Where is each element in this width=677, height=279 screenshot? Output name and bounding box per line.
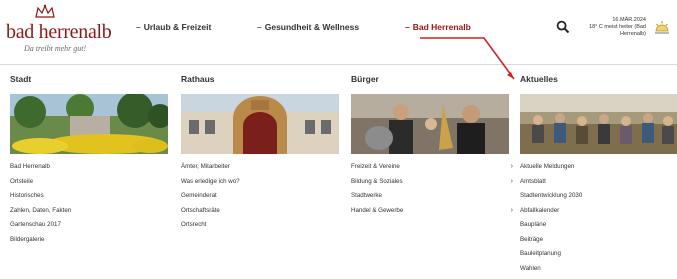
rathaus-image[interactable] — [181, 94, 339, 154]
chevron-right-icon: › — [510, 163, 513, 170]
link-wahlen[interactable]: Wahlen — [520, 262, 677, 277]
column-title[interactable]: Stadt — [10, 74, 168, 86]
link-aemter-mitarbeiter[interactable]: Ämter, Mitarbeiter — [181, 160, 339, 175]
link-abfallkalender[interactable]: Abfallkalender — [520, 204, 677, 219]
link-freizeit-vereine[interactable]: Freizeit & Vereine › — [351, 160, 513, 175]
column-buerger: Bürger Freizeit & Vereine › Bildung & So… — [351, 74, 513, 219]
link-aktuelle-meldungen[interactable]: Aktuelle Meldungen › — [520, 160, 677, 175]
column-title[interactable]: Bürger — [351, 74, 509, 86]
column-stadt: Stadt Bad Herrenalb Ortsteile Historisch… — [10, 74, 168, 247]
chevron-right-icon: › — [510, 206, 513, 214]
site-header: bad herrenalb Da treibt mehr gut! – Urlau… — [0, 0, 677, 65]
column-title[interactable]: Aktuelles — [520, 74, 677, 86]
buerger-image[interactable] — [351, 94, 509, 154]
aktuelles-image[interactable] — [520, 94, 677, 154]
column-aktuelles: Aktuelles Aktuelle Meldungen › Amtsb — [520, 74, 677, 276]
nav-bad-herrenalb[interactable]: – Bad Herrenalb — [405, 22, 471, 32]
link-bildergalerie[interactable]: Bildergalerie — [10, 233, 168, 248]
nav-gesundheit-wellness[interactable]: – Gesundheit & Wellness — [257, 22, 359, 32]
link-stadtwerke[interactable]: Stadtwerke — [351, 189, 509, 204]
link-gartenschau[interactable]: Gartenschau 2017 — [10, 218, 168, 233]
chevron-right-icon: › — [510, 177, 513, 185]
stadt-image[interactable] — [10, 94, 168, 154]
weather-text: 18° C meist heiter (Bad Herrenalb) — [589, 24, 646, 37]
link-beitraege[interactable]: Beiträge — [520, 233, 677, 248]
link-bauplaene[interactable]: Baupläne — [520, 218, 677, 233]
logo-slogan: Da treibt mehr gut! — [24, 44, 87, 53]
sun-icon — [655, 21, 669, 34]
date-weather: 16.MÄR.2024 18° C meist heiter (Bad Herr… — [584, 17, 646, 38]
link-stadtentwicklung[interactable]: Stadtentwicklung 2030 — [520, 189, 677, 204]
dash-icon: – — [257, 22, 262, 32]
link-historisches[interactable]: Historisches — [10, 189, 168, 204]
crown-icon — [35, 4, 55, 18]
site-logo[interactable]: bad herrenalb Da treibt mehr gut! — [6, 4, 116, 54]
link-handel-gewerbe[interactable]: Handel & Gewerbe › — [351, 204, 513, 219]
date-text: 16.MÄR.2024 — [612, 17, 646, 23]
link-was-erledige-ich-wo[interactable]: Was erledige ich wo? — [181, 175, 339, 190]
link-ortschaftsraete[interactable]: Ortschaftsräte — [181, 204, 339, 219]
link-bildung-soziales[interactable]: Bildung & Soziales › — [351, 175, 513, 190]
search-icon[interactable] — [556, 20, 570, 34]
dash-icon: – — [136, 22, 141, 32]
link-zahlen-daten-fakten[interactable]: Zahlen, Daten, Fakten — [10, 204, 168, 219]
link-gemeinderat[interactable]: Gemeinderat — [181, 189, 339, 204]
column-title[interactable]: Rathaus — [181, 74, 339, 86]
column-rathaus: Rathaus Ämter, Mitarbeiter Was erledige … — [181, 74, 339, 233]
dash-icon: – — [405, 22, 410, 32]
link-bauleitplanung[interactable]: Bauleitplanung — [520, 247, 677, 262]
link-ortsteile[interactable]: Ortsteile — [10, 175, 168, 190]
logo-name: bad herrenalb — [6, 21, 112, 43]
link-bad-herrenalb[interactable]: Bad Herrenalb — [10, 160, 168, 175]
nav-urlaub-freizeit[interactable]: – Urlaub & Freizeit — [136, 22, 211, 32]
link-amtsblatt[interactable]: Amtsblatt — [520, 175, 677, 190]
link-ortsrecht[interactable]: Ortsrecht — [181, 218, 339, 233]
